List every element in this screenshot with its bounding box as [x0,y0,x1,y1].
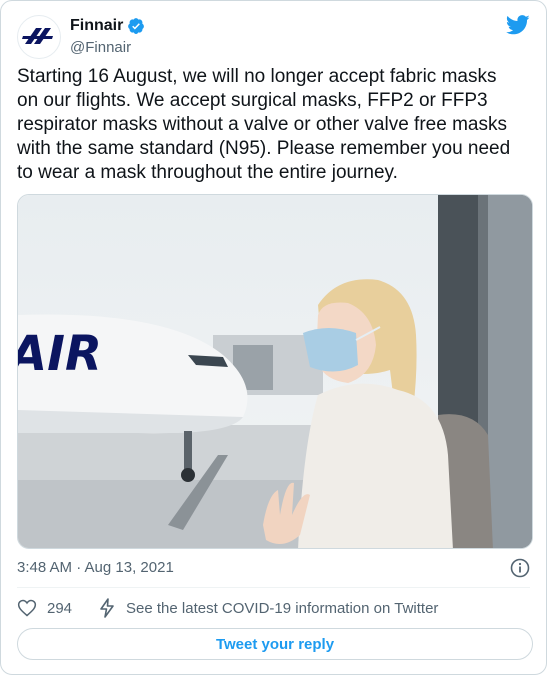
covid-info-label: See the latest COVID-19 information on T… [126,599,439,617]
finnair-logo-icon [22,28,53,44]
info-icon[interactable] [510,558,530,583]
photo-child-mask-airplane: AIR [18,195,532,548]
like-button[interactable]: 294 [17,598,72,618]
verified-badge-icon [128,18,145,35]
author-handle[interactable]: @Finnair [70,39,131,56]
author-avatar[interactable] [17,15,61,59]
tweet-reply-button[interactable]: Tweet your reply [17,628,533,660]
author-display-name[interactable]: Finnair [70,17,123,35]
covid-info-link[interactable]: See the latest COVID-19 information on T… [98,598,438,618]
divider [17,587,530,588]
svg-text:AIR: AIR [18,326,102,382]
tweet-timestamp[interactable]: 3:48 AM · Aug 13, 2021 [17,559,174,576]
heart-icon [17,599,37,617]
tweet-card: Finnair @Finnair Starting 16 August, we … [0,0,547,675]
like-count: 294 [47,599,73,617]
tweet-photo[interactable]: AIR [17,194,533,549]
twitter-bird-icon[interactable] [505,15,530,40]
tweet-actions: 294 See the latest COVID-19 information … [17,598,438,618]
lightning-icon [100,598,114,618]
tweet-text: Starting 16 August, we will no longer ac… [17,66,511,183]
author-name-row[interactable]: Finnair [70,17,145,35]
